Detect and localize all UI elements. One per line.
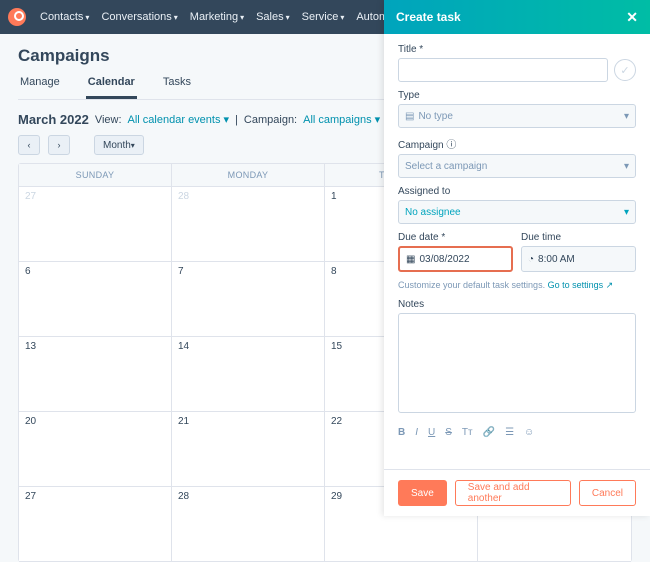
calendar-cell[interactable]: 27 <box>19 187 172 261</box>
task-type-icon: ▤ <box>405 111 414 122</box>
create-task-panel: Create task ✕ Title * ✓ Type ▤No type ▾ … <box>384 0 650 516</box>
chevron-down-icon: ▾ <box>624 207 629 218</box>
close-icon[interactable]: ✕ <box>626 9 638 26</box>
separator: | <box>235 114 238 126</box>
due-time-input[interactable]: ◔ 8:00 AM <box>521 246 636 272</box>
prev-button[interactable]: ‹ <box>18 135 40 155</box>
nav-conversations[interactable]: Conversations▾ <box>97 11 181 23</box>
link-button[interactable]: 🔗 <box>483 427 495 438</box>
panel-header: Create task ✕ <box>384 0 650 34</box>
calendar-cell[interactable]: 6 <box>19 262 172 336</box>
notes-label: Notes <box>398 299 636 310</box>
settings-hint: Customize your default task settings. Go… <box>398 280 636 291</box>
tab-calendar[interactable]: Calendar <box>86 76 137 99</box>
chevron-down-icon: ▾ <box>624 161 629 172</box>
day-header: SUNDAY <box>19 164 172 186</box>
campaign-label: Campaign: <box>244 114 297 126</box>
view-mode-button[interactable]: Month ▾ <box>94 135 144 155</box>
panel-footer: Save Save and add another Cancel <box>384 469 650 516</box>
list-button[interactable]: ☰ <box>505 427 514 438</box>
save-button[interactable]: Save <box>398 480 447 506</box>
calendar-cell[interactable]: 7 <box>172 262 325 336</box>
due-date-label: Due date * <box>398 232 513 243</box>
campaign-select[interactable]: Select a campaign ▾ <box>398 154 636 178</box>
confirm-title-icon[interactable]: ✓ <box>614 59 636 81</box>
title-input[interactable] <box>398 58 608 82</box>
calendar-cell[interactable]: 14 <box>172 337 325 411</box>
tab-manage[interactable]: Manage <box>18 76 62 99</box>
nav-contacts[interactable]: Contacts▾ <box>36 11 93 23</box>
info-icon[interactable]: ⓘ <box>446 140 456 151</box>
panel-title: Create task <box>396 10 461 24</box>
text-size-button[interactable]: Tᴛ <box>462 427 473 438</box>
day-number: 8 <box>331 266 337 277</box>
type-select[interactable]: ▤No type ▾ <box>398 104 636 128</box>
next-button[interactable]: › <box>48 135 70 155</box>
view-select[interactable]: All calendar events ▾ <box>128 113 230 126</box>
type-label: Type <box>398 90 636 101</box>
clock-icon: ◔ <box>528 254 534 265</box>
go-to-settings-link[interactable]: Go to settings ↗ <box>548 280 614 290</box>
calendar-cell[interactable]: 20 <box>19 412 172 486</box>
tab-tasks[interactable]: Tasks <box>161 76 193 99</box>
chevron-down-icon: ▾ <box>240 13 244 22</box>
nav-service[interactable]: Service▾ <box>298 11 349 23</box>
emoji-button[interactable]: ☺ <box>524 427 534 438</box>
view-label: View: <box>95 114 122 126</box>
cancel-button[interactable]: Cancel <box>579 480 636 506</box>
campaign-label: Campaign ⓘ <box>398 136 636 151</box>
save-and-add-another-button[interactable]: Save and add another <box>455 480 571 506</box>
current-month: March 2022 <box>18 112 89 127</box>
chevron-down-icon: ▾ <box>624 111 629 122</box>
chevron-down-icon: ▾ <box>340 13 344 22</box>
external-link-icon: ↗ <box>606 280 614 290</box>
day-header: MONDAY <box>172 164 325 186</box>
due-time-label: Due time <box>521 232 636 243</box>
chevron-down-icon: ▾ <box>286 13 290 22</box>
underline-button[interactable]: U <box>428 427 435 438</box>
due-date-input[interactable]: ▦ 03/08/2022 <box>398 246 513 272</box>
hubspot-logo-icon[interactable] <box>8 8 26 26</box>
calendar-cell[interactable]: 27 <box>19 487 172 561</box>
campaign-select[interactable]: All campaigns ▾ <box>303 113 380 126</box>
calendar-icon: ▦ <box>406 254 415 265</box>
rich-text-toolbar: B I U S Tᴛ 🔗 ☰ ☺ <box>398 421 636 444</box>
assigned-label: Assigned to <box>398 186 636 197</box>
calendar-cell[interactable]: 28 <box>172 487 325 561</box>
title-label: Title * <box>398 44 636 55</box>
calendar-cell[interactable]: 28 <box>172 187 325 261</box>
strike-button[interactable]: S <box>445 427 452 438</box>
notes-textarea[interactable] <box>398 313 636 413</box>
chevron-down-icon: ▾ <box>85 13 89 22</box>
bold-button[interactable]: B <box>398 427 405 438</box>
nav-sales[interactable]: Sales▾ <box>252 11 294 23</box>
nav-marketing[interactable]: Marketing▾ <box>186 11 248 23</box>
chevron-down-icon: ▾ <box>131 141 135 150</box>
assigned-select[interactable]: No assignee ▾ <box>398 200 636 224</box>
italic-button[interactable]: I <box>415 427 418 438</box>
chevron-down-icon: ▾ <box>174 13 178 22</box>
calendar-cell[interactable]: 13 <box>19 337 172 411</box>
calendar-cell[interactable]: 21 <box>172 412 325 486</box>
